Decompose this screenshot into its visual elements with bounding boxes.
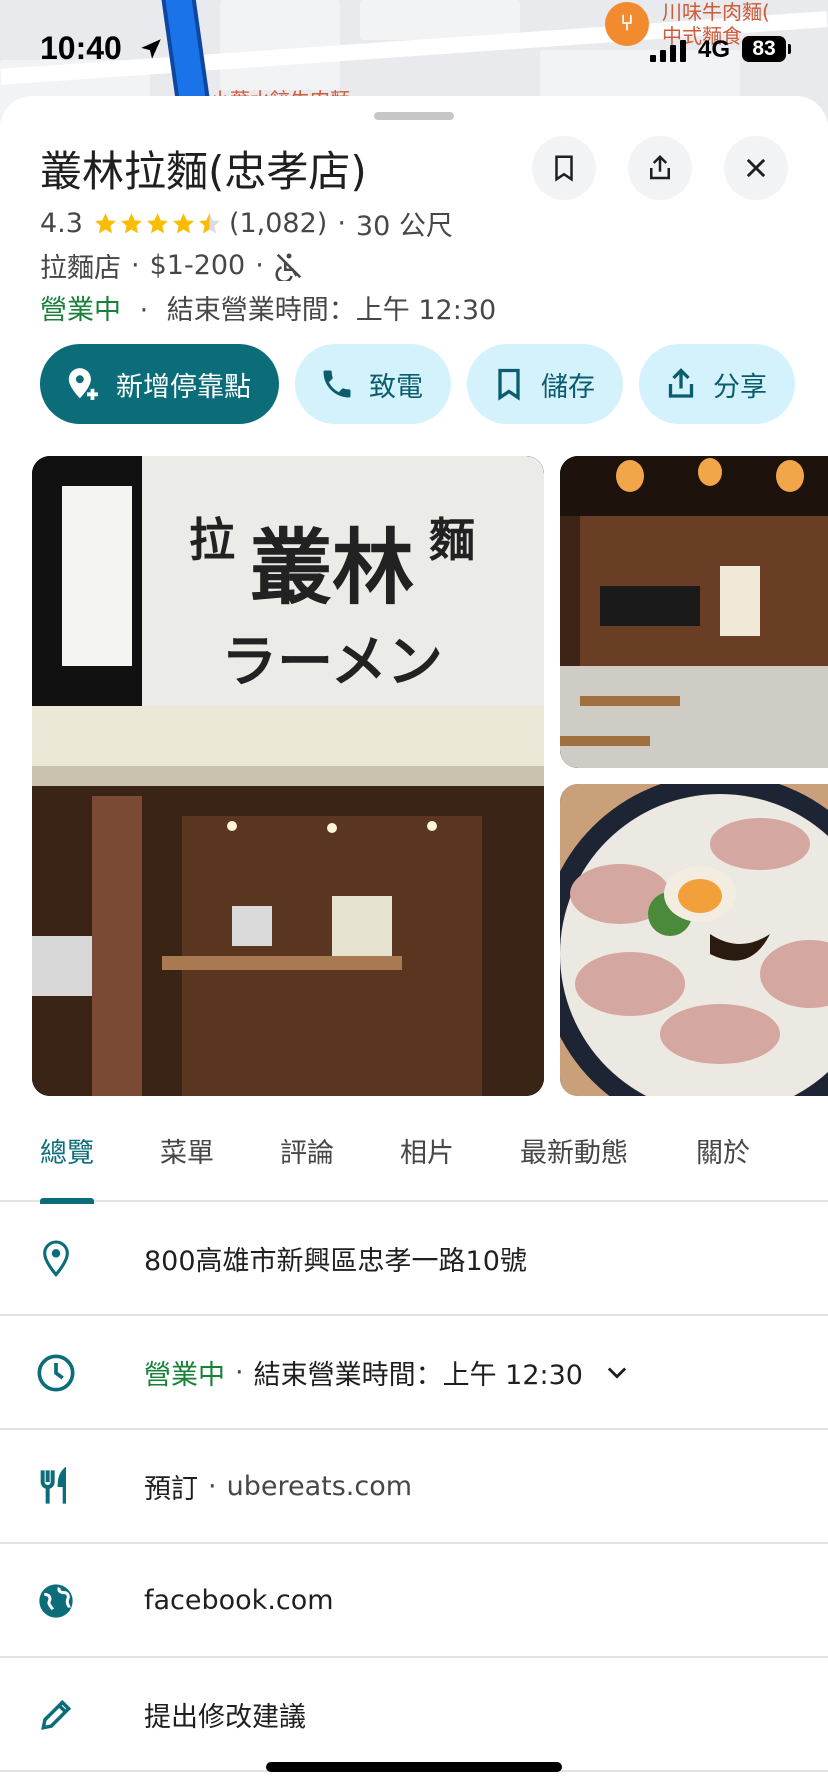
website-link: facebook.com xyxy=(144,1584,334,1616)
place-sheet: 叢林拉麵(忠孝店) 4.3 (1,082) · 30 公尺 拉麵店 · $1-2… xyxy=(0,96,828,1792)
hours-summary[interactable]: 營業中 · 結束營業時間：上午 12:30 xyxy=(40,288,496,327)
separator-dot: · xyxy=(235,1356,244,1388)
sign-left-text: 拉 xyxy=(189,513,235,567)
star-icon xyxy=(147,213,168,234)
share-label: 分享 xyxy=(713,371,767,403)
share-icon-button[interactable] xyxy=(628,136,692,200)
separator-dot: · xyxy=(208,1470,217,1502)
rating-stars xyxy=(93,211,223,236)
category-row: 拉麵店 · $1-200 · xyxy=(40,246,304,285)
suggest-edit-text: 提出修改建議 xyxy=(144,1701,306,1733)
hours-closing-text: 結束營業時間：上午 12:30 xyxy=(253,1359,583,1391)
bookmark-icon xyxy=(498,368,520,401)
cellular-signal-icon xyxy=(650,40,686,62)
order-site[interactable]: ubereats.com xyxy=(227,1471,412,1502)
call-label: 致電 xyxy=(369,371,423,403)
chevron-down-icon[interactable] xyxy=(603,1358,631,1386)
share-icon xyxy=(650,154,670,180)
sign-right-text: 麵 xyxy=(429,513,475,567)
ramen-image xyxy=(560,784,828,1096)
order-label: 預訂 xyxy=(144,1473,198,1505)
price-range: $1-200 xyxy=(149,250,246,281)
half-star-icon xyxy=(199,213,220,234)
address-text: 800高雄市新興區忠孝一路10號 xyxy=(144,1245,527,1277)
add-stop-pin-icon xyxy=(68,368,99,400)
tab-menu[interactable]: 菜單 xyxy=(160,1106,214,1202)
tab-updates[interactable]: 最新動態 xyxy=(520,1106,628,1202)
rating-value: 4.3 xyxy=(40,208,83,239)
tab-reviews[interactable]: 評論 xyxy=(280,1106,334,1202)
rating-row[interactable]: 4.3 (1,082) · 30 公尺 xyxy=(40,204,453,243)
fork-knife-icon xyxy=(36,1467,76,1507)
home-indicator[interactable] xyxy=(266,1762,562,1772)
save-button[interactable]: 儲存 xyxy=(467,344,623,424)
place-tabs: 總覽 菜單 評論 相片 最新動態 關於 xyxy=(0,1106,828,1204)
open-status: 營業中 xyxy=(40,295,121,326)
photo-storefront[interactable]: 叢林 拉 麵 ラーメン xyxy=(32,456,544,1096)
status-bar: 10:40 4G 83 xyxy=(0,0,828,96)
location-arrow-icon xyxy=(141,39,161,59)
close-icon xyxy=(746,158,766,178)
distance: 30 公尺 xyxy=(355,211,453,242)
pencil-icon xyxy=(36,1695,76,1735)
globe-icon xyxy=(36,1581,76,1621)
hours-open-status: 營業中 xyxy=(144,1359,225,1391)
photo-ramen-bowl[interactable] xyxy=(560,784,828,1096)
action-chips: 新增停靠點 致電 儲存 分享 xyxy=(40,344,828,424)
order-text: 預訂 · ubereats.com xyxy=(144,1467,412,1506)
add-stop-button[interactable]: 新增停靠點 xyxy=(40,344,279,424)
sign-katakana-text: ラーメン xyxy=(221,630,443,695)
share-button[interactable]: 分享 xyxy=(639,344,795,424)
website-row[interactable]: facebook.com xyxy=(0,1544,828,1658)
battery-icon: 83 xyxy=(742,36,791,62)
save-label: 儲存 xyxy=(541,371,595,403)
call-button[interactable]: 致電 xyxy=(295,344,451,424)
close-button[interactable] xyxy=(724,136,788,200)
network-type: 4G xyxy=(698,36,731,63)
tab-overview[interactable]: 總覽 xyxy=(40,1106,94,1204)
clock-icon xyxy=(36,1353,76,1393)
order-row[interactable]: 預訂 · ubereats.com xyxy=(0,1430,828,1544)
star-icon xyxy=(173,213,194,234)
separator-dot: · xyxy=(131,250,140,281)
interior-image xyxy=(560,456,828,768)
no-wheelchair-icon xyxy=(275,253,301,281)
sheet-grabber[interactable] xyxy=(374,112,454,120)
location-pin-icon xyxy=(36,1239,76,1279)
separator-dot: · xyxy=(337,208,346,239)
tab-about[interactable]: 關於 xyxy=(696,1106,750,1202)
phone-icon xyxy=(323,370,351,398)
hours-detail: 營業中 · 結束營業時間：上午 12:30 xyxy=(144,1353,631,1392)
hours-row[interactable]: 營業中 · 結束營業時間：上午 12:30 xyxy=(0,1316,828,1430)
closing-time: 結束營業時間：上午 12:30 xyxy=(166,295,497,326)
star-icon xyxy=(95,213,116,234)
address-row[interactable]: 800高雄市新興區忠孝一路10號 xyxy=(0,1202,828,1316)
storefront-image: 叢林 拉 麵 ラーメン xyxy=(32,456,544,1096)
separator-dot: · xyxy=(139,295,149,326)
tab-photos[interactable]: 相片 xyxy=(400,1106,454,1202)
sign-main-text: 叢林 xyxy=(250,520,414,616)
suggest-edit-row[interactable]: 提出修改建議 xyxy=(0,1658,828,1772)
photo-interior[interactable] xyxy=(560,456,828,768)
star-icon xyxy=(121,213,142,234)
bookmark-icon xyxy=(555,155,573,182)
add-stop-label: 新增停靠點 xyxy=(116,371,251,403)
separator-dot: · xyxy=(255,250,264,281)
status-time: 10:40 xyxy=(40,30,122,66)
save-icon-button[interactable] xyxy=(532,136,596,200)
details-list: 800高雄市新興區忠孝一路10號 營業中 · 結束營業時間：上午 12:30 預… xyxy=(0,1202,828,1772)
review-count: (1,082) xyxy=(228,208,328,239)
place-title: 叢林拉麵(忠孝店) xyxy=(40,147,367,196)
place-category: 拉麵店 xyxy=(40,253,121,284)
share-icon xyxy=(668,368,694,398)
